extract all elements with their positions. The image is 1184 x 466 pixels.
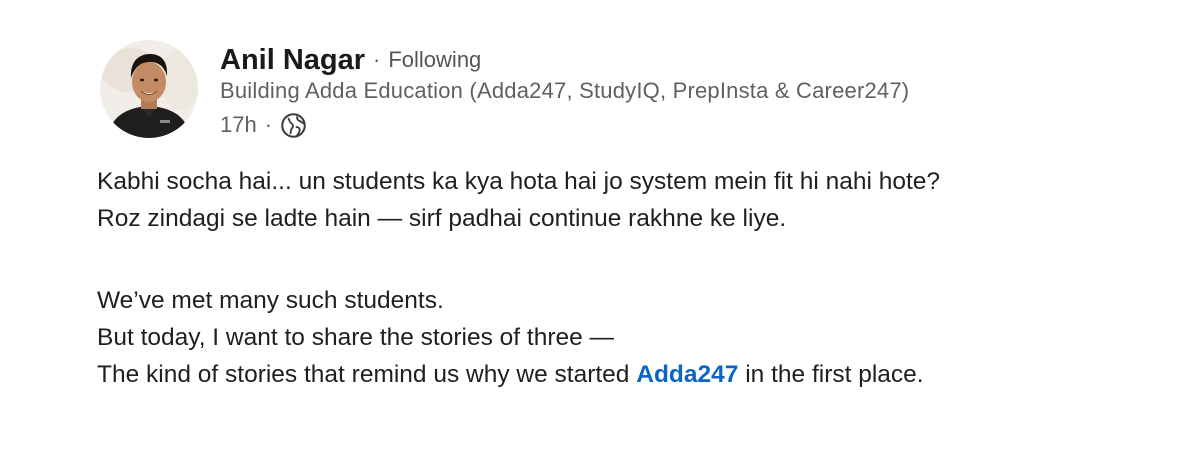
globe-icon [280, 112, 307, 139]
post-meta: 17h · [220, 110, 307, 140]
post-line: Kabhi socha hai... un students ka kya ho… [97, 168, 941, 195]
author-line: Anil Nagar · Following [220, 40, 481, 80]
post-line: We’ve met many such students. [97, 287, 444, 314]
name-separator: · [373, 47, 381, 72]
company-link[interactable]: Adda247 [636, 361, 738, 388]
post-text: The kind of stories that remind us why w… [97, 361, 637, 388]
avatar[interactable] [100, 40, 198, 138]
avatar-photo [100, 40, 198, 138]
follow-status[interactable]: Following [388, 47, 481, 73]
post-text: in the first place. [738, 361, 924, 388]
post-card: Anil Nagar · Following Building Adda Edu… [0, 0, 1184, 466]
post-line: But today, I want to share the stories o… [97, 324, 615, 351]
author-headline: Building Adda Education (Adda247, StudyI… [220, 78, 910, 103]
post-line-with-link: The kind of stories that remind us why w… [97, 356, 1167, 393]
author-name[interactable]: Anil Nagar [220, 44, 365, 77]
post-body: Kabhi socha hai... un students ka kya ho… [97, 163, 1167, 393]
meta-separator: · [264, 112, 273, 137]
post-time[interactable]: 17h [220, 112, 257, 138]
post-line: Roz zindagi se ladte hain — sirf padhai … [97, 205, 787, 232]
